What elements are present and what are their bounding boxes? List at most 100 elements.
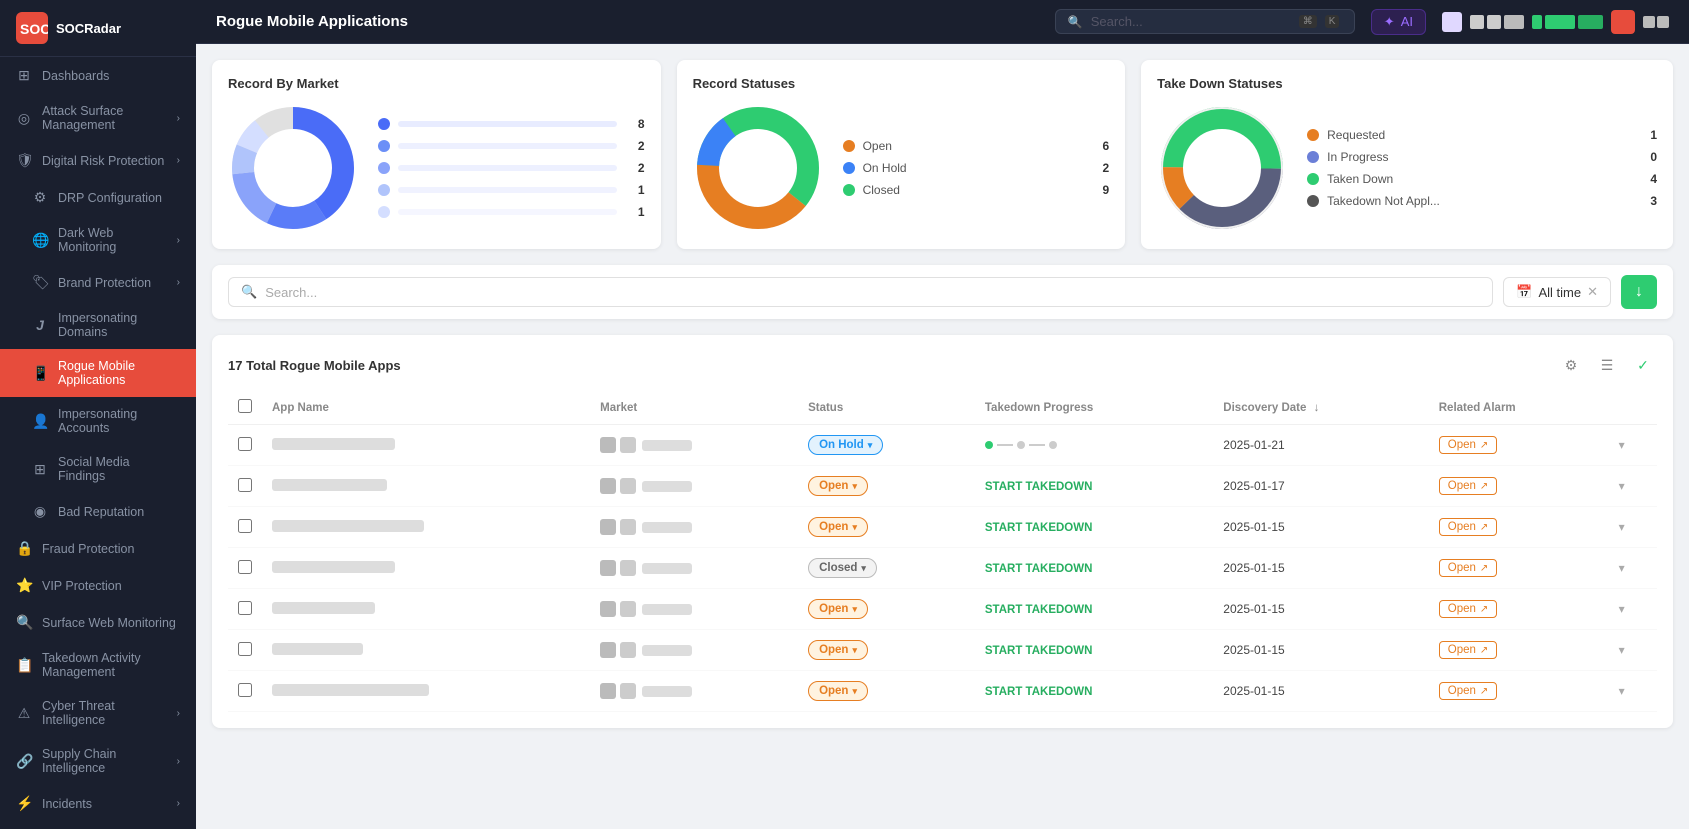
- sidebar-item-fraud-protection[interactable]: 🔒 Fraud Protection: [0, 530, 196, 567]
- cell-status: Open ▾: [798, 589, 975, 630]
- sidebar-item-impersonating-domains[interactable]: J Impersonating Domains: [0, 301, 196, 349]
- row-expand-button[interactable]: ▾: [1619, 520, 1625, 534]
- sidebar-item-incidents[interactable]: ⚡ Incidents ›: [0, 785, 196, 822]
- sidebar-item-label: Supply Chain Intelligence: [42, 747, 167, 775]
- start-takedown-link[interactable]: START TAKEDOWN: [985, 522, 1093, 534]
- columns-icon[interactable]: ☰: [1593, 351, 1621, 379]
- sidebar-item-bad-reputation[interactable]: ◉ Bad Reputation: [0, 493, 196, 530]
- badge-chevron: ▾: [861, 563, 866, 574]
- sidebar-item-drp-config[interactable]: ⚙ DRP Configuration: [0, 179, 196, 216]
- main-search-box[interactable]: 🔍: [228, 277, 1493, 307]
- logo-icon: SOC: [16, 12, 48, 44]
- date-filter-label: All time: [1538, 285, 1581, 300]
- export-button[interactable]: ↓: [1621, 275, 1657, 309]
- main-search-input[interactable]: [265, 285, 1480, 300]
- vip-icon: ⭐: [16, 577, 32, 594]
- sidebar-item-social-media[interactable]: ⊞ Social Media Findings: [0, 445, 196, 493]
- reputation-icon: ◉: [32, 503, 48, 520]
- col-expand: [1609, 391, 1657, 425]
- status-badge[interactable]: Open ▾: [808, 517, 868, 537]
- clear-icon[interactable]: ✕: [1587, 284, 1598, 300]
- sidebar-item-takedown[interactable]: 📋 Takedown Activity Management: [0, 641, 196, 689]
- alarm-link[interactable]: Open ↗: [1439, 477, 1498, 495]
- sidebar-item-digital-risk[interactable]: 🛡 Digital Risk Protection ›: [0, 142, 196, 179]
- table-tools: ⚙ ☰ ✓: [1557, 351, 1657, 379]
- cell-status: On Hold ▾: [798, 425, 975, 466]
- date-filter[interactable]: 📅 All time ✕: [1503, 277, 1611, 307]
- alarm-link[interactable]: Open ↗: [1439, 682, 1498, 700]
- status-badge[interactable]: Open ▾: [808, 476, 868, 496]
- market-cell: [600, 642, 788, 658]
- row-checkbox[interactable]: [238, 683, 252, 697]
- market-icons: [600, 601, 636, 617]
- legend-item-3: 2: [378, 161, 645, 175]
- topbar: Rogue Mobile Applications 🔍 ⌘ K ✦ AI: [196, 0, 1689, 44]
- app-name-text: [272, 520, 424, 532]
- market-url: [642, 645, 692, 656]
- external-link-icon: ↗: [1480, 522, 1488, 533]
- cell-app-name: [262, 466, 590, 507]
- legend-item-onhold: On Hold 2: [843, 161, 1110, 175]
- row-checkbox[interactable]: [238, 478, 252, 492]
- status-badge[interactable]: Closed ▾: [808, 558, 877, 578]
- alarm-link[interactable]: Open ↗: [1439, 641, 1498, 659]
- sidebar-item-surface-web[interactable]: 🔍 Surface Web Monitoring: [0, 604, 196, 641]
- cell-alarm: Open ↗: [1429, 630, 1609, 671]
- sidebar-item-dark-web[interactable]: 🌐 Dark Web Monitoring ›: [0, 216, 196, 264]
- legend-dot: [1307, 173, 1319, 185]
- legend-item-takendown: Taken Down 4: [1307, 172, 1657, 186]
- sidebar-item-cyber-threat[interactable]: ⚠ Cyber Threat Intelligence ›: [0, 689, 196, 737]
- start-takedown-link[interactable]: START TAKEDOWN: [985, 563, 1093, 575]
- sidebar-item-impersonating-accounts[interactable]: 👤 Impersonating Accounts: [0, 397, 196, 445]
- status-badge[interactable]: On Hold ▾: [808, 435, 883, 455]
- ai-label: AI: [1401, 14, 1413, 29]
- sidebar-item-vip-protection[interactable]: ⭐ VIP Protection: [0, 567, 196, 604]
- row-expand-button[interactable]: ▾: [1619, 684, 1625, 698]
- sidebar-item-rogue-mobile[interactable]: 📱 Rogue Mobile Applications: [0, 349, 196, 397]
- status-badge[interactable]: Open ▾: [808, 640, 868, 660]
- sidebar-item-supply-chain[interactable]: 🔗 Supply Chain Intelligence ›: [0, 737, 196, 785]
- filter-icon[interactable]: ⚙: [1557, 351, 1585, 379]
- row-checkbox[interactable]: [238, 437, 252, 451]
- alarm-link[interactable]: Open ↗: [1439, 600, 1498, 618]
- search-input[interactable]: [1091, 14, 1291, 29]
- select-all-checkbox[interactable]: [238, 399, 252, 413]
- table-row: Open ▾ START TAKEDOWN2025-01-15 Open ↗ ▾: [228, 507, 1657, 548]
- start-takedown-link[interactable]: START TAKEDOWN: [985, 645, 1093, 657]
- row-expand-button[interactable]: ▾: [1619, 602, 1625, 616]
- alarm-link[interactable]: Open ↗: [1439, 518, 1498, 536]
- status-badge[interactable]: Open ▾: [808, 599, 868, 619]
- alarm-link[interactable]: Open ↗: [1439, 436, 1498, 454]
- market-icon: [600, 560, 616, 576]
- cell-status: Closed ▾: [798, 548, 975, 589]
- row-expand-button[interactable]: ▾: [1619, 438, 1625, 452]
- row-expand-button[interactable]: ▾: [1619, 479, 1625, 493]
- topbar-search[interactable]: 🔍 ⌘ K: [1055, 9, 1355, 34]
- sidebar-item-brand-protection[interactable]: 🏷 Brand Protection ›: [0, 264, 196, 301]
- sidebar-item-reports[interactable]: 📄 Reports: [0, 822, 196, 829]
- logo-text: SOCRadar: [56, 21, 121, 36]
- row-checkbox[interactable]: [238, 642, 252, 656]
- sidebar-item-label: Fraud Protection: [42, 542, 134, 556]
- alarm-link[interactable]: Open ↗: [1439, 559, 1498, 577]
- row-checkbox[interactable]: [238, 601, 252, 615]
- donut-container: Open 6 On Hold 2 Closed 9: [693, 103, 1110, 233]
- start-takedown-link[interactable]: START TAKEDOWN: [985, 481, 1093, 493]
- ai-button[interactable]: ✦ AI: [1371, 9, 1426, 35]
- table-body: On Hold ▾ 2025-01-21 Open ↗ ▾ Open ▾ STA…: [228, 425, 1657, 712]
- sidebar-item-attack-surface[interactable]: ◎ Attack Surface Management ›: [0, 94, 196, 142]
- red-block: [1611, 10, 1635, 34]
- start-takedown-link[interactable]: START TAKEDOWN: [985, 686, 1093, 698]
- cell-alarm: Open ↗: [1429, 425, 1609, 466]
- row-checkbox[interactable]: [238, 519, 252, 533]
- status-badge[interactable]: Open ▾: [808, 681, 868, 701]
- sidebar-item-dashboards[interactable]: ⊞ Dashboards: [0, 57, 196, 94]
- row-checkbox[interactable]: [238, 560, 252, 574]
- start-takedown-link[interactable]: START TAKEDOWN: [985, 604, 1093, 616]
- check-icon[interactable]: ✓: [1629, 351, 1657, 379]
- cell-market: [590, 466, 798, 507]
- row-expand-button[interactable]: ▾: [1619, 561, 1625, 575]
- row-expand-button[interactable]: ▾: [1619, 643, 1625, 657]
- sidebar-item-label: Attack Surface Management: [42, 104, 167, 132]
- market-icon: [620, 437, 636, 453]
